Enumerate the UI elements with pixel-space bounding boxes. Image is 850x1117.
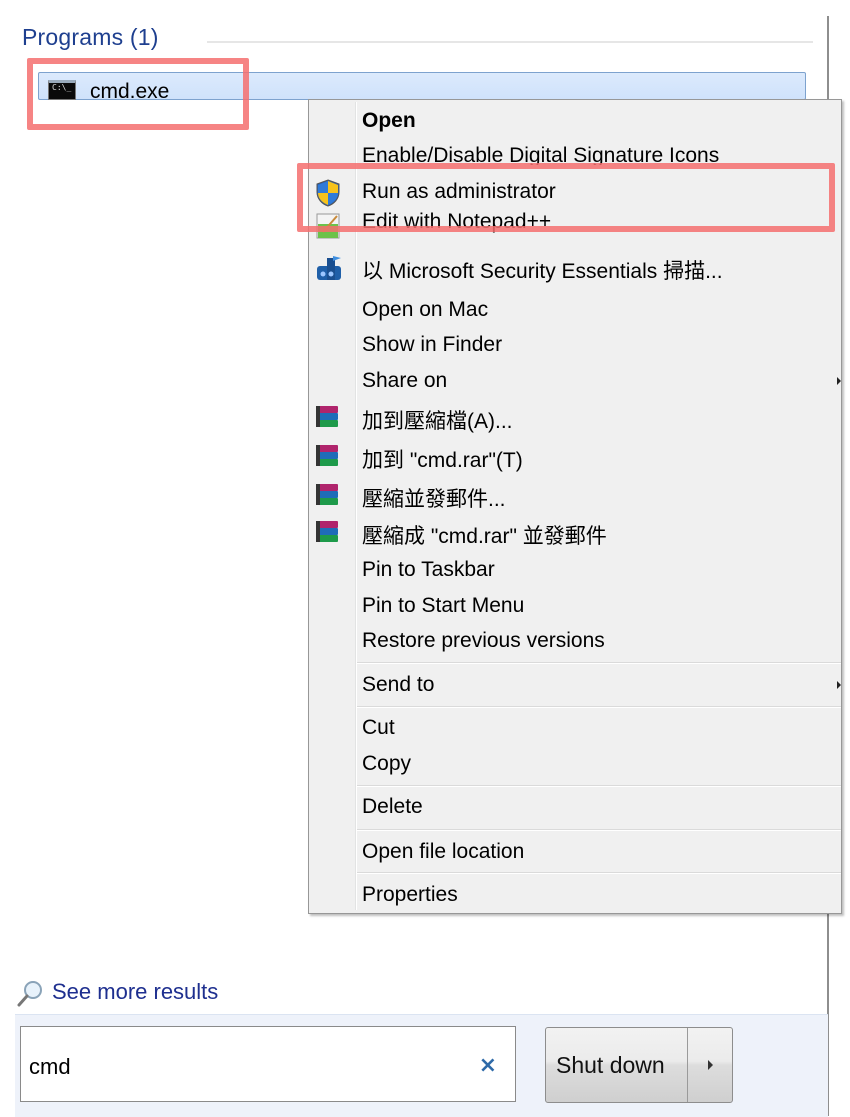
menu-item-security-essentials-scan[interactable]: 以 Microsoft Security Essentials 掃描...: [309, 250, 841, 284]
menu-item-add-to-archive[interactable]: 加到壓縮檔(A)...: [309, 400, 841, 434]
section-divider: [207, 41, 813, 43]
menu-item-label: Delete: [362, 795, 423, 818]
menu-item-label: Pin to Start Menu: [362, 594, 525, 617]
menu-item-label: Open: [362, 109, 416, 132]
menu-item-compress-and-email[interactable]: 壓縮並發郵件...: [309, 478, 841, 512]
menu-item-label: 以 Microsoft Security Essentials 掃描...: [362, 260, 723, 283]
menu-item-label: Properties: [362, 883, 458, 906]
submenu-arrow-icon: [837, 377, 841, 385]
menu-item-label: 加到壓縮檔(A)...: [362, 410, 513, 433]
menu-item-label: 壓縮成 "cmd.rar" 並發郵件: [362, 525, 607, 548]
menu-item-pin-to-taskbar[interactable]: Pin to Taskbar: [309, 553, 841, 587]
menu-item-add-to-cmd-rar[interactable]: 加到 "cmd.rar"(T): [309, 439, 841, 473]
menu-item-share-on[interactable]: Share on: [309, 364, 841, 398]
menu-item-label: 加到 "cmd.rar"(T): [362, 449, 523, 472]
menu-item-open-file-location[interactable]: Open file location: [309, 835, 841, 869]
winrar-icon: [315, 482, 341, 508]
menu-item-label: Pin to Taskbar: [362, 558, 495, 581]
menu-item-label: Enable/Disable Digital Signature Icons: [362, 144, 720, 165]
menu-item-label: Share on: [362, 369, 448, 392]
menu-item-open[interactable]: Open: [309, 104, 841, 138]
menu-item-pin-to-start-menu[interactable]: Pin to Start Menu: [309, 589, 841, 623]
shutdown-divider: [687, 1028, 688, 1102]
menu-separator: [357, 785, 841, 787]
submenu-arrow-icon: [837, 681, 841, 689]
menu-separator: [357, 872, 841, 874]
see-more-results-label: See more results: [52, 979, 219, 1004]
menu-item-copy[interactable]: Copy: [309, 747, 841, 781]
start-search-input[interactable]: cmd ×: [20, 1026, 516, 1102]
menu-item-delete[interactable]: Delete: [309, 790, 841, 824]
magnifier-icon: [16, 980, 44, 1008]
menu-item-label: 壓縮並發郵件...: [362, 488, 506, 511]
search-input-value[interactable]: cmd: [29, 1054, 71, 1080]
menu-item-label: Restore previous versions: [362, 629, 605, 652]
shutdown-options-arrow-icon[interactable]: [708, 1060, 713, 1070]
annotation-highlight-cmd-result: [27, 58, 249, 130]
winrar-icon: [315, 443, 341, 469]
menu-item-restore-previous-versions[interactable]: Restore previous versions: [309, 624, 841, 658]
menu-item-properties[interactable]: Properties: [309, 878, 841, 912]
menu-item-cut[interactable]: Cut: [309, 711, 841, 745]
menu-item-label: Open on Mac: [362, 298, 489, 321]
menu-item-open-on-mac[interactable]: Open on Mac: [309, 293, 841, 327]
menu-item-show-in-finder[interactable]: Show in Finder: [309, 328, 841, 362]
menu-item-label: Show in Finder: [362, 333, 503, 356]
menu-separator: [357, 829, 841, 831]
menu-separator: [357, 706, 841, 708]
programs-section-header: Programs (1): [22, 24, 159, 50]
menu-item-label: Cut: [362, 716, 395, 739]
annotation-highlight-run-as-admin: [297, 163, 835, 232]
menu-item-label: Copy: [362, 752, 412, 775]
menu-item-enable-disable-signature-icons[interactable]: Enable/Disable Digital Signature Icons: [309, 139, 841, 165]
menu-item-send-to[interactable]: Send to: [309, 668, 841, 702]
shutdown-button[interactable]: Shut down: [556, 1052, 665, 1079]
menu-item-label: Send to: [362, 673, 435, 696]
shutdown-button-group: Shut down: [545, 1027, 733, 1103]
winrar-icon: [315, 404, 341, 430]
winrar-icon: [315, 519, 341, 545]
menu-separator: [357, 662, 841, 664]
security-essentials-icon: [315, 254, 341, 280]
clear-search-icon[interactable]: ×: [479, 1053, 497, 1078]
menu-item-label: Open file location: [362, 840, 525, 863]
menu-item-compress-cmd-rar-and-email[interactable]: 壓縮成 "cmd.rar" 並發郵件: [309, 515, 841, 549]
